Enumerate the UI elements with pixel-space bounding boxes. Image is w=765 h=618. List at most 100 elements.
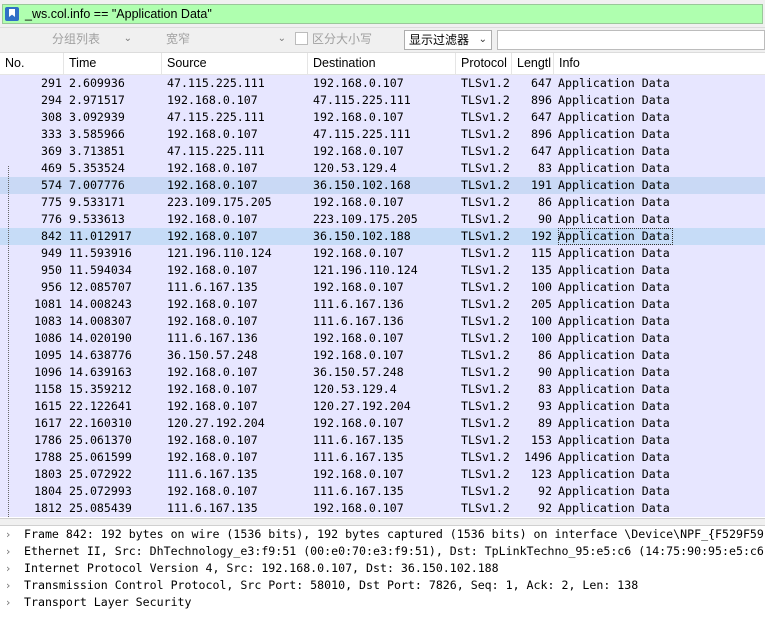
packet-time: 25.061370 — [69, 433, 132, 447]
packet-protocol: TLSv1.2 — [461, 314, 510, 328]
expand-arrow-icon[interactable]: › — [6, 543, 10, 560]
packet-row[interactable]: 369 3.713851 47.115.225.111 192.168.0.107 TL… — [0, 143, 765, 160]
packet-details[interactable]: › Frame 842: 192 bytes on wire (1536 bits… — [0, 526, 765, 618]
packet-time: 3.092939 — [69, 110, 125, 124]
column-header-length[interactable]: Lengtl — [512, 53, 554, 74]
packet-info: Application Data — [558, 144, 670, 158]
packet-destination: 192.168.0.107 — [313, 110, 404, 124]
packet-time: 7.007776 — [69, 178, 125, 192]
search-type-label: 显示过滤器 — [409, 33, 470, 47]
packet-source: 47.115.225.111 — [167, 110, 265, 124]
packet-no: 333 — [41, 127, 62, 141]
packet-source: 192.168.0.107 — [167, 297, 258, 311]
search-input[interactable] — [497, 30, 765, 50]
pane-splitter[interactable] — [0, 518, 765, 526]
packet-row[interactable]: 1617 22.160310 120.27.192.204 192.168.0.107… — [0, 415, 765, 432]
column-header-time[interactable]: Time — [64, 53, 162, 74]
packet-source: 192.168.0.107 — [167, 178, 258, 192]
packet-row[interactable]: 956 12.085707 111.6.167.135 192.168.0.107 TL… — [0, 279, 765, 296]
packet-row[interactable]: 574 7.007776 192.168.0.107 36.150.102.168 TL… — [0, 177, 765, 194]
packet-list[interactable]: No. Time Source Destination Protocol Len… — [0, 53, 765, 518]
packet-row[interactable]: 1786 25.061370 192.168.0.107 111.6.167.135 T… — [0, 432, 765, 449]
checkbox-icon — [295, 32, 308, 45]
packet-source: 111.6.167.135 — [167, 280, 258, 294]
column-header-source[interactable]: Source — [162, 53, 308, 74]
case-sensitive-checkbox[interactable]: 区分大小写 — [295, 30, 372, 50]
packet-row[interactable]: 842 11.012917 192.168.0.107 36.150.102.188 T… — [0, 228, 765, 245]
packet-row[interactable]: 776 9.533613 192.168.0.107 223.109.175.205 T… — [0, 211, 765, 228]
detail-tree-item[interactable]: › Transport Layer Security — [0, 594, 765, 611]
packet-row[interactable]: 1086 14.020190 111.6.167.136 192.168.0.107 T… — [0, 330, 765, 347]
search-type-select[interactable]: 显示过滤器 ⌄ — [404, 30, 492, 50]
expand-arrow-icon[interactable]: › — [6, 560, 10, 577]
detail-tree-label: Frame 842: 192 bytes on wire (1536 bits)… — [24, 527, 764, 541]
column-header-protocol[interactable]: Protocol — [456, 53, 512, 74]
packet-list-header: No. Time Source Destination Protocol Len… — [0, 53, 765, 75]
packet-row[interactable]: 1615 22.122641 192.168.0.107 120.27.192.204… — [0, 398, 765, 415]
column-header-no[interactable]: No. — [0, 53, 64, 74]
packet-time: 15.359212 — [69, 382, 132, 396]
packet-source: 223.109.175.205 — [167, 195, 272, 209]
packet-row[interactable]: 1083 14.008307 192.168.0.107 111.6.167.136 T… — [0, 313, 765, 330]
packet-info: Application Data — [558, 93, 670, 107]
packet-time: 2.609936 — [69, 76, 125, 90]
packet-row[interactable]: 294 2.971517 192.168.0.107 47.115.225.111 TL… — [0, 92, 765, 109]
packet-row[interactable]: 1158 15.359212 192.168.0.107 120.53.129.4 TL… — [0, 381, 765, 398]
packet-protocol: TLSv1.2 — [461, 144, 510, 158]
packet-time: 12.085707 — [69, 280, 132, 294]
detail-tree-item[interactable]: › Transmission Control Protocol, Src Port… — [0, 577, 765, 594]
packet-row[interactable]: 1095 14.638776 36.150.57.248 192.168.0.107 T… — [0, 347, 765, 364]
packet-row[interactable]: 949 11.593916 121.196.110.124 192.168.0.107… — [0, 245, 765, 262]
detail-tree-item[interactable]: › Ethernet II, Src: DhTechnology_e3:f9:51… — [0, 543, 765, 560]
display-filter-input[interactable]: _ws.col.info == "Application Data" — [2, 4, 763, 24]
packet-pane-select[interactable]: 分组列表 ⌄ — [48, 30, 136, 50]
detail-tree-item[interactable]: › Frame 842: 192 bytes on wire (1536 bits… — [0, 526, 765, 543]
packet-no: 1617 — [34, 416, 62, 430]
packet-row[interactable]: 308 3.092939 47.115.225.111 192.168.0.107 TL… — [0, 109, 765, 126]
packet-protocol: TLSv1.2 — [461, 297, 510, 311]
char-width-label: 宽窄 — [166, 32, 191, 46]
column-header-destination[interactable]: Destination — [308, 53, 456, 74]
packet-row[interactable]: 333 3.585966 192.168.0.107 47.115.225.111 TL… — [0, 126, 765, 143]
char-width-select[interactable]: 宽窄 ⌄ — [162, 30, 290, 50]
packet-destination: 192.168.0.107 — [313, 144, 404, 158]
packet-length: 100 — [531, 331, 552, 345]
expand-arrow-icon[interactable]: › — [6, 594, 10, 611]
packet-no: 776 — [41, 212, 62, 226]
packet-info: Application Data — [558, 484, 670, 498]
packet-row[interactable]: 1804 25.072993 192.168.0.107 111.6.167.135 T… — [0, 483, 765, 500]
packet-source: 192.168.0.107 — [167, 161, 258, 175]
packet-row[interactable]: 291 2.609936 47.115.225.111 192.168.0.107 TL… — [0, 75, 765, 92]
packet-row[interactable]: 1812 25.085439 111.6.167.135 192.168.0.107 T… — [0, 500, 765, 517]
chevron-down-icon: ⌄ — [478, 34, 487, 45]
column-header-info[interactable]: Info — [554, 53, 765, 74]
packet-no: 469 — [41, 161, 62, 175]
packet-time: 2.971517 — [69, 93, 125, 107]
packet-row[interactable]: 1081 14.008243 192.168.0.107 111.6.167.136 T… — [0, 296, 765, 313]
packet-time: 14.020190 — [69, 331, 132, 345]
packet-source: 111.6.167.135 — [167, 501, 258, 515]
detail-tree-item[interactable]: › Internet Protocol Version 4, Src: 192.1… — [0, 560, 765, 577]
packet-row[interactable]: 469 5.353524 192.168.0.107 120.53.129.4 TLSv… — [0, 160, 765, 177]
packet-protocol: TLSv1.2 — [461, 263, 510, 277]
expand-arrow-icon[interactable]: › — [6, 577, 10, 594]
bookmark-icon[interactable] — [5, 7, 19, 21]
packet-row[interactable]: 775 9.533171 223.109.175.205 192.168.0.107 T… — [0, 194, 765, 211]
packet-time: 11.593916 — [69, 246, 132, 260]
packet-protocol: TLSv1.2 — [461, 433, 510, 447]
packet-info: Application Data — [558, 433, 670, 447]
packet-row[interactable]: 1096 14.639163 192.168.0.107 36.150.57.248 T… — [0, 364, 765, 381]
packet-source: 47.115.225.111 — [167, 76, 265, 90]
packet-row[interactable]: 950 11.594034 192.168.0.107 121.196.110.124… — [0, 262, 765, 279]
expand-arrow-icon[interactable]: › — [6, 526, 10, 543]
packet-no: 294 — [41, 93, 62, 107]
packet-row[interactable]: 1803 25.072922 111.6.167.135 192.168.0.107 T… — [0, 466, 765, 483]
packet-info: Application Data — [558, 314, 670, 328]
packet-protocol: TLSv1.2 — [461, 399, 510, 413]
packet-destination: 47.115.225.111 — [313, 93, 411, 107]
chevron-down-icon: ⌄ — [123, 33, 132, 44]
packet-length: 191 — [531, 178, 552, 192]
packet-no: 1096 — [34, 365, 62, 379]
packet-length: 100 — [531, 280, 552, 294]
packet-row[interactable]: 1788 25.061599 192.168.0.107 111.6.167.135 T… — [0, 449, 765, 466]
